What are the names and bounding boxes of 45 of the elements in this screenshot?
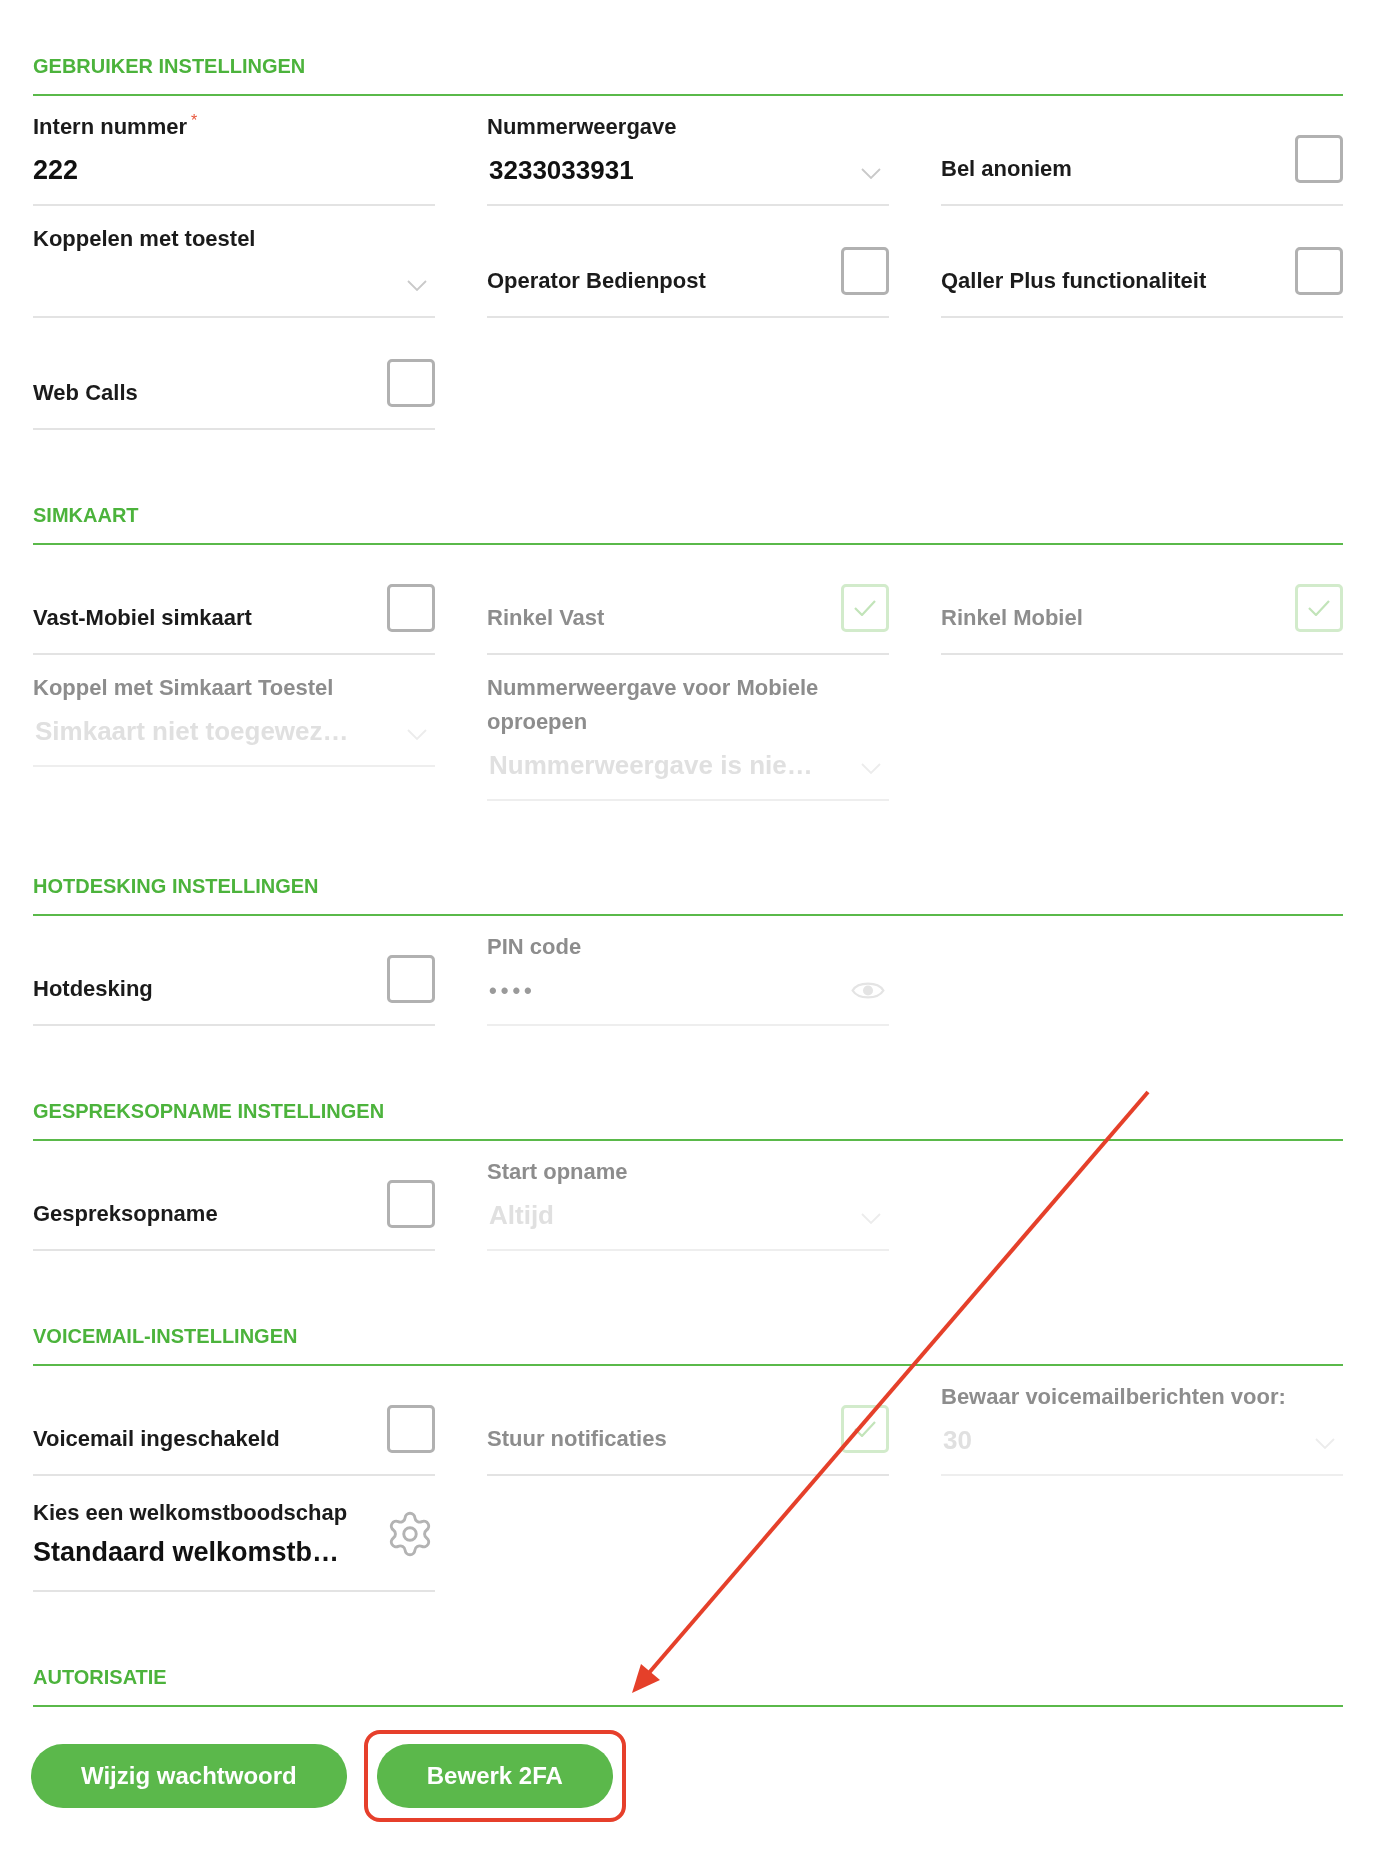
checkbox-label: Stuur notificaties: [487, 1425, 667, 1453]
check-icon: [1308, 600, 1330, 616]
checkbox[interactable]: [1295, 135, 1343, 183]
checkbox[interactable]: [387, 584, 435, 632]
section-title: HOTDESKING INSTELLINGEN: [33, 875, 319, 897]
action-button[interactable]: Wijzig wachtwoord: [31, 1744, 347, 1808]
chevron-down-icon: [407, 279, 427, 291]
checkbox[interactable]: [387, 955, 435, 1003]
field-label: Intern nummer: [33, 113, 188, 141]
checkbox-label: Rinkel Mobiel: [941, 604, 1083, 632]
field-label: Kies een welkomstboodschap: [33, 1499, 348, 1527]
text-field[interactable]: 222: [33, 148, 435, 206]
section-title: AUTORISATIE: [33, 1666, 167, 1688]
checkbox-label: Vast-Mobiel simkaart: [33, 604, 252, 632]
section-title: VOICEMAIL-INSTELLINGEN: [33, 1325, 298, 1347]
action-button[interactable]: Bewerk 2FA: [376, 1744, 613, 1808]
checkbox-label: Voicemail ingeschakeld: [33, 1425, 280, 1453]
checkbox[interactable]: [387, 1180, 435, 1228]
checkbox-label: Operator Bedienpost: [487, 267, 706, 295]
field-label: Nummerweergave voor Mobiele oproepen: [487, 674, 820, 736]
checkbox-label: Rinkel Vast: [487, 604, 605, 632]
checkbox-label: Hotdesking: [33, 975, 153, 1003]
field-label: Koppel met Simkaart Toestel: [33, 674, 334, 702]
field-label: Start opname: [487, 1158, 628, 1186]
field-label: Nummerweergave: [487, 113, 677, 141]
chevron-down-icon: [861, 167, 881, 179]
field-label: Bewaar voicemailberichten voor:: [941, 1383, 1286, 1411]
required-mark: *: [191, 111, 198, 131]
section-title: GEBRUIKER INSTELLINGEN: [33, 55, 306, 77]
section-title: SIMKAART: [33, 504, 139, 526]
checkbox-label: Qaller Plus functionaliteit: [941, 267, 1207, 295]
checkbox-label: Bel anoniem: [941, 155, 1072, 183]
check-icon: [854, 600, 876, 616]
checkbox[interactable]: [387, 359, 435, 407]
checkbox-label: Web Calls: [33, 379, 138, 407]
field-label: Koppelen met toestel: [33, 225, 256, 253]
field-label: PIN code: [487, 933, 582, 961]
field-value: Standaard welkomstb…: [33, 1536, 341, 1569]
checkbox-label: Gespreksopname: [33, 1200, 218, 1228]
checkbox[interactable]: [841, 247, 889, 295]
section-title: GESPREKSOPNAME INSTELLINGEN: [33, 1100, 385, 1122]
checkbox[interactable]: [387, 1405, 435, 1453]
checkbox[interactable]: [1295, 247, 1343, 295]
check-icon: [854, 1421, 876, 1437]
dropdown[interactable]: 3233033931: [487, 148, 889, 206]
